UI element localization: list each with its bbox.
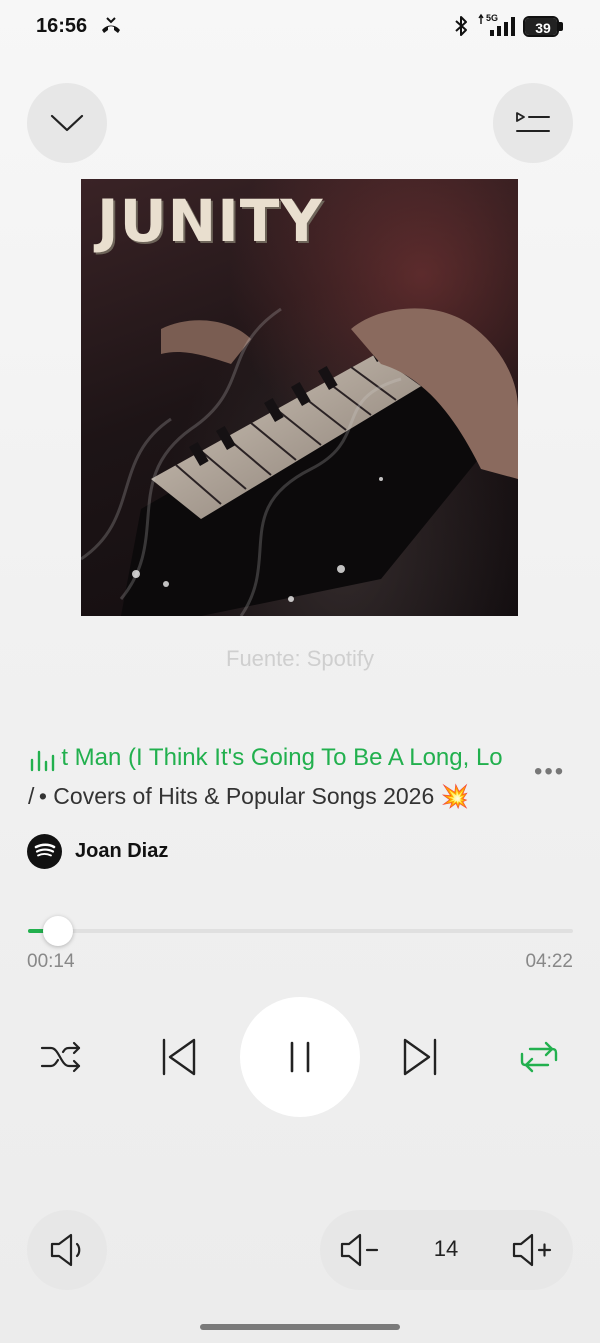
collapse-button[interactable] [27,83,107,163]
status-bar: 16:56 5G 39 [0,0,600,54]
missed-call-icon [102,17,120,33]
artist-row[interactable]: Joan Diaz [27,833,168,869]
repeat-icon [520,1041,558,1073]
total-time: 04:22 [525,951,573,972]
album-subtitle-marquee: / • Covers of Hits & Popular Songs 2026 … [28,780,548,814]
track-title-marquee[interactable]: et Man (I Think It's Going To Be A Long,… [60,742,538,776]
elapsed-time: 00:14 [27,951,75,972]
volume-down-button[interactable] [334,1224,386,1276]
album-cover: JUNITY [81,179,518,616]
volume-down-icon [340,1233,379,1267]
seek-bar[interactable] [28,916,573,946]
skip-previous-icon [162,1038,196,1076]
shuffle-button[interactable] [35,1031,87,1083]
skip-next-icon [403,1038,437,1076]
pause-button[interactable] [240,997,360,1117]
equalizer-icon [30,750,55,772]
track-title: et Man (I Think It's Going To Be A Long,… [60,744,503,771]
volume-control: 14 [320,1210,573,1290]
pause-icon [290,1041,310,1073]
next-button[interactable] [394,1031,446,1083]
spotify-icon [27,833,62,869]
previous-button[interactable] [153,1031,205,1083]
source-label: Fuente: Spotify [226,646,374,671]
subtitle-lead: / [28,783,35,809]
audio-output-button[interactable] [27,1210,107,1290]
queue-button[interactable] [493,83,573,163]
bluetooth-icon [455,16,467,36]
album-subtitle: • Covers of Hits & Popular Songs 2026 💥 [38,783,470,809]
chevron-down-icon [50,114,84,132]
playlist-queue-icon [516,112,550,132]
status-time: 16:56 [36,15,88,37]
svg-text:5G: 5G [486,13,498,23]
seek-bar-thumb[interactable] [42,916,73,946]
volume-up-icon [512,1233,552,1267]
repeat-button[interactable] [513,1031,565,1083]
battery-level: 39 [535,20,551,36]
album-cover-title: JUNITY [97,187,324,255]
speaker-icon [50,1233,81,1267]
battery-indicator: 39 [523,16,563,37]
player-screen: 16:56 5G 39 JUNITY Fuente: Spotify et Ma… [0,0,600,1343]
volume-up-button[interactable] [506,1224,558,1276]
volume-value: 14 [433,1236,459,1261]
artist-name: Joan Diaz [75,839,169,862]
home-indicator[interactable] [200,1324,400,1330]
cellular-signal-icon: 5G [478,13,515,36]
shuffle-icon [40,1041,81,1073]
